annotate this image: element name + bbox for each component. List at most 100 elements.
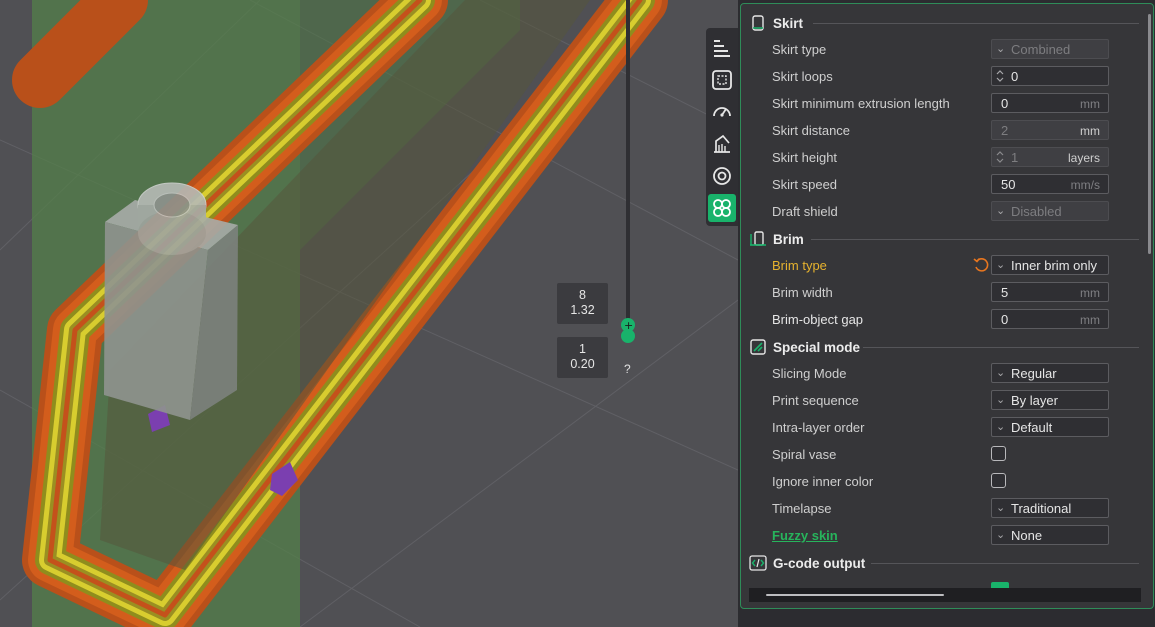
- row-draft-shield: Draft shield ⌄ Disabled: [741, 199, 1139, 226]
- skirt-distance-input[interactable]: 2 mm: [991, 120, 1109, 140]
- section-skirt: Skirt: [749, 12, 803, 34]
- print-sequence-value: By layer: [1011, 393, 1058, 408]
- ignore-inner-color-label: Ignore inner color: [772, 474, 874, 489]
- skirt-loops-label: Skirt loops: [772, 69, 833, 84]
- row-intra-layer-order: Intra-layer order ⌄ Default: [741, 415, 1139, 442]
- brim-width-label: Brim width: [772, 285, 833, 300]
- section-divider: [863, 347, 1139, 348]
- section-divider: [871, 563, 1139, 564]
- horizontal-scrollbar[interactable]: [766, 594, 944, 596]
- brim-object-gap-label: Brim-object gap: [772, 312, 864, 327]
- reset-to-default-icon[interactable]: [973, 257, 989, 273]
- slicing-mode-label: Slicing Mode: [772, 366, 847, 381]
- unit-mm: mm: [1080, 97, 1100, 111]
- speed-view-button[interactable]: [708, 98, 736, 126]
- row-slicing-mode: Slicing Mode ⌄ Regular: [741, 361, 1139, 388]
- intra-layer-order-select[interactable]: ⌄ Default: [991, 417, 1109, 437]
- sliced-preview-scene: +: [0, 0, 738, 627]
- unit-mm-s: mm/s: [1070, 178, 1100, 192]
- section-divider: [813, 23, 1139, 24]
- row-skirt-distance: Skirt distance 2 mm: [741, 118, 1139, 145]
- fuzzy-skin-select[interactable]: ⌄ None: [991, 525, 1109, 545]
- horizontal-scroll-track: [749, 588, 1141, 602]
- slice-plate-button[interactable]: [708, 66, 736, 94]
- skirt-type-select[interactable]: ⌄ Combined: [991, 39, 1109, 59]
- draft-shield-select[interactable]: ⌄ Disabled: [991, 201, 1109, 221]
- spinner-arrows-icon[interactable]: [996, 69, 1004, 83]
- others-settings-page: Skirt Skirt type ⌄ Combined Skirt loops …: [740, 3, 1154, 609]
- special-mode-icon: [749, 338, 767, 356]
- row-skirt-min-extrusion: Skirt minimum extrusion length 0 mm: [741, 91, 1139, 118]
- section-brim: Brim: [749, 228, 804, 250]
- slice-plate-icon: [712, 70, 732, 90]
- row-brim-width: Brim width 5 mm: [741, 280, 1139, 307]
- vertical-scrollbar[interactable]: [1148, 14, 1151, 254]
- unit-mm: mm: [1080, 124, 1100, 138]
- layer-bottom-height: 0.20: [570, 357, 595, 371]
- chevron-down-icon: ⌄: [996, 529, 1006, 541]
- brim-type-value: Inner brim only: [1011, 258, 1097, 273]
- timelapse-label: Timelapse: [772, 501, 832, 516]
- section-divider: [811, 239, 1139, 240]
- skirt-distance-label: Skirt distance: [772, 123, 851, 138]
- slicing-mode-value: Regular: [1011, 366, 1057, 381]
- view-toolbar: [706, 28, 738, 226]
- brim-icon: [749, 230, 767, 248]
- spiral-vase-checkbox[interactable]: [991, 446, 1006, 461]
- seam-target-icon: [713, 167, 731, 185]
- skirt-min-extrusion-input[interactable]: 0 mm: [991, 93, 1109, 113]
- brim-width-input[interactable]: 5 mm: [991, 282, 1109, 302]
- spinner-arrows-icon[interactable]: [996, 150, 1004, 164]
- row-spiral-vase: Spiral vase: [741, 442, 1139, 469]
- gcode-icon: [749, 554, 767, 572]
- intra-layer-order-value: Default: [1011, 420, 1053, 435]
- skirt-loops-spinner[interactable]: 0: [991, 66, 1109, 86]
- seam-paint-button[interactable]: [708, 162, 736, 190]
- skirt-distance-value: 2: [1001, 123, 1009, 138]
- row-ignore-inner-color: Ignore inner color: [741, 469, 1139, 496]
- unit-layers: layers: [1067, 151, 1100, 165]
- chevron-down-icon: ⌄: [996, 502, 1006, 514]
- speed-dial-icon: [713, 107, 731, 117]
- 3d-viewport[interactable]: + 8 1.32 1 0.20 ?: [0, 0, 738, 627]
- section-gcode-output: G-code output: [749, 552, 865, 574]
- arrange-button[interactable]: [708, 34, 736, 62]
- row-skirt-loops: Skirt loops 0: [741, 64, 1139, 91]
- skirt-min-extrusion-value: 0: [1001, 96, 1009, 111]
- brim-width-value: 5: [1001, 285, 1009, 300]
- slider-help-mark[interactable]: ?: [624, 362, 631, 376]
- chevron-down-icon: ⌄: [996, 259, 1006, 271]
- layer-top-height: 1.32: [570, 303, 595, 317]
- slicing-mode-select[interactable]: ⌄ Regular: [991, 363, 1109, 383]
- ignore-inner-color-checkbox[interactable]: [991, 473, 1006, 488]
- chevron-down-icon: ⌄: [996, 205, 1006, 217]
- row-brim-type: Brim type ⌄ Inner brim only: [741, 253, 1139, 280]
- section-gcode-output-title: G-code output: [773, 555, 866, 571]
- chevron-down-icon: ⌄: [996, 421, 1006, 433]
- arrange-icon: [714, 40, 730, 57]
- skirt-loops-value: 0: [1011, 69, 1019, 84]
- support-paint-icon: [714, 134, 730, 153]
- row-fuzzy-skin: Fuzzy skin ⌄ None: [741, 523, 1139, 550]
- row-timelapse: Timelapse ⌄ Traditional: [741, 496, 1139, 523]
- support-paint-button[interactable]: [708, 130, 736, 158]
- print-sequence-label: Print sequence: [772, 393, 859, 408]
- section-brim-title: Brim: [773, 231, 804, 247]
- skirt-height-spinner[interactable]: 1 layers: [991, 147, 1109, 167]
- brim-object-gap-input[interactable]: 0 mm: [991, 309, 1109, 329]
- layer-top-label: 8 1.32: [557, 283, 608, 324]
- skirt-height-label: Skirt height: [772, 150, 838, 165]
- others-clover-icon: [713, 199, 731, 217]
- print-sequence-select[interactable]: ⌄ By layer: [991, 390, 1109, 410]
- row-skirt-type: Skirt type ⌄ Combined: [741, 37, 1139, 64]
- fuzzy-skin-value: None: [1011, 528, 1043, 543]
- skirt-type-label: Skirt type: [772, 42, 827, 57]
- timelapse-select[interactable]: ⌄ Traditional: [991, 498, 1109, 518]
- skirt-speed-input[interactable]: 50 mm/s: [991, 174, 1109, 194]
- brim-type-select[interactable]: ⌄ Inner brim only: [991, 255, 1109, 275]
- fuzzy-skin-link[interactable]: Fuzzy skin: [772, 528, 838, 543]
- skirt-type-value: Combined: [1011, 42, 1071, 57]
- chevron-down-icon: ⌄: [996, 43, 1006, 55]
- skirt-speed-value: 50: [1001, 177, 1016, 192]
- others-button[interactable]: [708, 194, 736, 222]
